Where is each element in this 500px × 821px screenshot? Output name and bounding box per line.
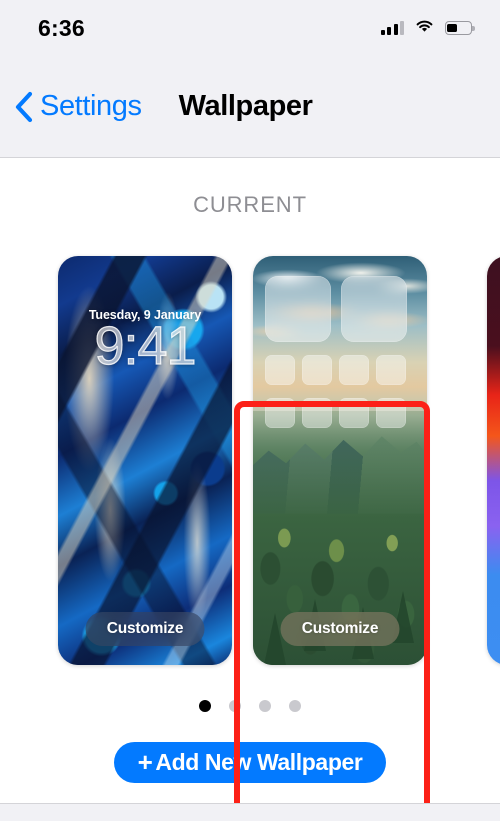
status-bar: 6:36 — [0, 0, 500, 56]
back-button-label: Settings — [40, 90, 142, 122]
bottom-section-fill — [0, 804, 500, 821]
cellular-signal-icon — [380, 21, 404, 35]
status-bar-time: 6:36 — [38, 14, 85, 41]
header-zone: 6:36 Settings Wallpaper — [0, 0, 500, 158]
app-icon-placeholder — [302, 398, 332, 428]
add-new-wallpaper-button[interactable]: + Add New Wallpaper — [113, 742, 387, 783]
app-icon-placeholder — [339, 398, 369, 428]
page-dot-3[interactable] — [259, 700, 271, 712]
gradient-artwork — [487, 256, 500, 665]
app-icon-placeholder — [265, 355, 295, 385]
lock-screen-overlay: Tuesday, 9 January 9:41 — [58, 308, 232, 374]
app-icon-placeholder — [339, 355, 369, 385]
app-icon-placeholder — [376, 398, 406, 428]
add-wallpaper-row: + Add New Wallpaper — [0, 742, 500, 783]
widget-row — [265, 276, 415, 342]
customize-button-home-screen[interactable]: Customize — [280, 612, 400, 646]
current-section-label: CURRENT — [193, 192, 307, 217]
wallpaper-card-home-screen[interactable]: Customize — [253, 256, 427, 665]
page-dot-4[interactable] — [289, 700, 301, 712]
back-to-settings-button[interactable]: Settings — [14, 90, 148, 123]
wallpaper-card-lock-screen[interactable]: Tuesday, 9 January 9:41 Customize — [58, 256, 232, 665]
page-dot-2[interactable] — [229, 700, 241, 712]
lock-screen-time: 9:41 — [94, 316, 197, 376]
wifi-icon — [415, 19, 434, 38]
page-dot-1[interactable] — [199, 700, 211, 712]
widget-placeholder — [265, 276, 331, 342]
page-indicator-dots[interactable] — [0, 700, 500, 712]
add-new-wallpaper-label: Add New Wallpaper — [155, 749, 363, 775]
chevron-left-icon — [15, 91, 33, 122]
customize-button-lock-screen[interactable]: Customize — [85, 612, 205, 646]
wallpaper-card-gradient[interactable] — [487, 256, 500, 665]
app-icon-placeholder — [376, 355, 406, 385]
app-icon-placeholder — [265, 398, 295, 428]
app-icon-row — [265, 355, 415, 385]
widget-placeholder — [341, 276, 407, 342]
page-title: Wallpaper — [178, 90, 313, 122]
plus-icon: + — [137, 746, 153, 777]
wallpaper-settings-screen: 6:36 Settings Wallpaper CURRENT Tuesday,… — [0, 0, 500, 821]
battery-icon — [445, 21, 475, 35]
status-bar-icons — [380, 19, 475, 38]
navigation-bar: Settings Wallpaper — [0, 56, 500, 157]
app-icon-placeholder — [302, 355, 332, 385]
app-icon-row — [265, 398, 415, 428]
wallpaper-carousel[interactable]: Tuesday, 9 January 9:41 Customize Custom… — [0, 256, 500, 668]
home-screen-icon-grid — [253, 256, 427, 665]
content-area: CURRENT Tuesday, 9 January 9:41 Customiz… — [0, 158, 500, 803]
